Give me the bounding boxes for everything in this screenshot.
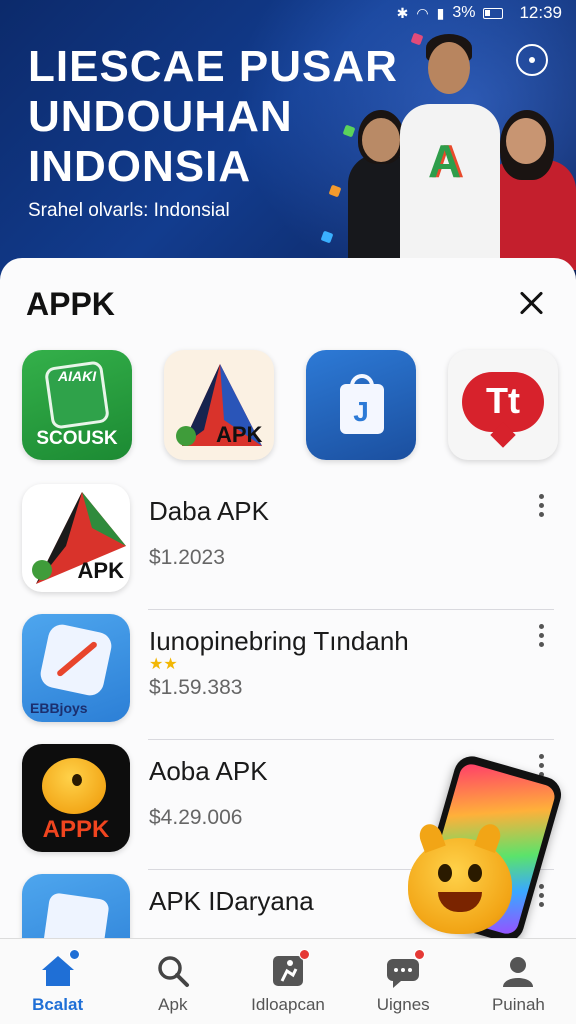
list-item[interactable]: EBBjoys Iunopinebring Tındanh ★★ $1.59.3… bbox=[0, 610, 576, 740]
person-center: A bbox=[396, 34, 506, 274]
hero-subtitle: Srahel olvarls: Indonsial bbox=[28, 200, 230, 221]
runner-icon bbox=[270, 949, 310, 989]
mascot-icon bbox=[42, 758, 106, 814]
notification-badge bbox=[299, 949, 310, 960]
bluetooth-icon: ✱ bbox=[396, 4, 409, 21]
thumb-label: APK bbox=[77, 558, 124, 583]
list-item[interactable]: APK Daba APK $1.2023 bbox=[0, 480, 576, 610]
confetti-decoration bbox=[320, 230, 334, 244]
featured-app-label: APK bbox=[216, 422, 263, 447]
app-name: Iunopinebring Tındanh bbox=[149, 626, 409, 656]
app-price: $1.2023 bbox=[149, 546, 225, 569]
nav-label: Bcalat bbox=[32, 995, 84, 1014]
thumb-label: EBBjoys bbox=[30, 700, 88, 716]
app-thumbnail: APPK bbox=[22, 744, 130, 852]
thumb-label: APPK bbox=[42, 816, 110, 843]
mascot-illustration bbox=[408, 821, 512, 934]
notification-badge bbox=[68, 949, 80, 960]
nav-apk[interactable]: Apk bbox=[115, 939, 230, 1024]
nav-label: Apk bbox=[158, 995, 188, 1014]
clock: 12:39 bbox=[519, 3, 562, 22]
shopping-bag-handle bbox=[350, 374, 374, 392]
featured-app-4[interactable]: Tt bbox=[448, 350, 558, 460]
featured-app-label: Tt bbox=[486, 380, 520, 421]
nav-label: Idloapcan bbox=[251, 995, 325, 1014]
close-icon[interactable] bbox=[516, 288, 546, 318]
featured-app-1[interactable]: AIAKI SCOUSK bbox=[22, 350, 132, 460]
search-icon bbox=[155, 953, 191, 989]
battery-icon bbox=[483, 7, 504, 19]
mascot-eye bbox=[72, 774, 82, 786]
app-name: Aoba APK bbox=[149, 756, 268, 786]
settings-icon[interactable] bbox=[516, 44, 548, 76]
app-price: $4.29.006 bbox=[149, 806, 243, 829]
nav-home[interactable]: Bcalat bbox=[0, 939, 115, 1024]
wifi-icon: ◠ bbox=[416, 4, 429, 21]
featured-apps-row: AIAKI SCOUSK APK J Tt bbox=[22, 350, 558, 460]
more-options-icon[interactable] bbox=[536, 494, 546, 520]
person-icon bbox=[500, 953, 536, 989]
nav-messages[interactable]: Uignes bbox=[346, 939, 461, 1024]
notification-badge bbox=[414, 949, 426, 960]
featured-app-label: J bbox=[353, 396, 369, 427]
featured-app-2[interactable]: APK bbox=[164, 350, 274, 460]
signal-icon: ▮ bbox=[436, 4, 445, 21]
app-name: APK IDaryana bbox=[149, 886, 314, 916]
nav-profile[interactable]: Puinah bbox=[461, 939, 576, 1024]
more-options-icon[interactable] bbox=[536, 624, 546, 650]
sheet-title: APPK bbox=[26, 286, 115, 322]
shirt-logo: A bbox=[428, 135, 462, 187]
rating-stars: ★★ bbox=[149, 656, 178, 673]
app-thumbnail: EBBjoys bbox=[22, 614, 130, 722]
app-name: Daba APK bbox=[149, 496, 269, 526]
chat-icon bbox=[385, 949, 426, 989]
hero-banner: ✱ ◠ ▮ 3% 12:39 LIESCAE PUSAR UNDOUHAN IN… bbox=[0, 0, 576, 290]
featured-app-top-text: AIAKI bbox=[58, 368, 97, 384]
status-bar: ✱ ◠ ▮ 3% 12:39 bbox=[0, 0, 576, 26]
bottom-navigation: Bcalat Apk Idloapcan Uignes Puinah bbox=[0, 938, 576, 1024]
featured-app-3[interactable]: J bbox=[306, 350, 416, 460]
nav-label: Puinah bbox=[491, 995, 545, 1014]
nav-downloads[interactable]: Idloapcan bbox=[230, 939, 345, 1024]
more-options-icon[interactable] bbox=[536, 884, 546, 910]
home-icon bbox=[40, 949, 80, 989]
featured-app-label: SCOUSK bbox=[36, 428, 118, 449]
battery-percent: 3% bbox=[452, 4, 476, 21]
app-price: $1.59.383 bbox=[149, 676, 243, 699]
nav-label: Uignes bbox=[376, 995, 430, 1014]
app-thumbnail: APK bbox=[22, 484, 130, 592]
